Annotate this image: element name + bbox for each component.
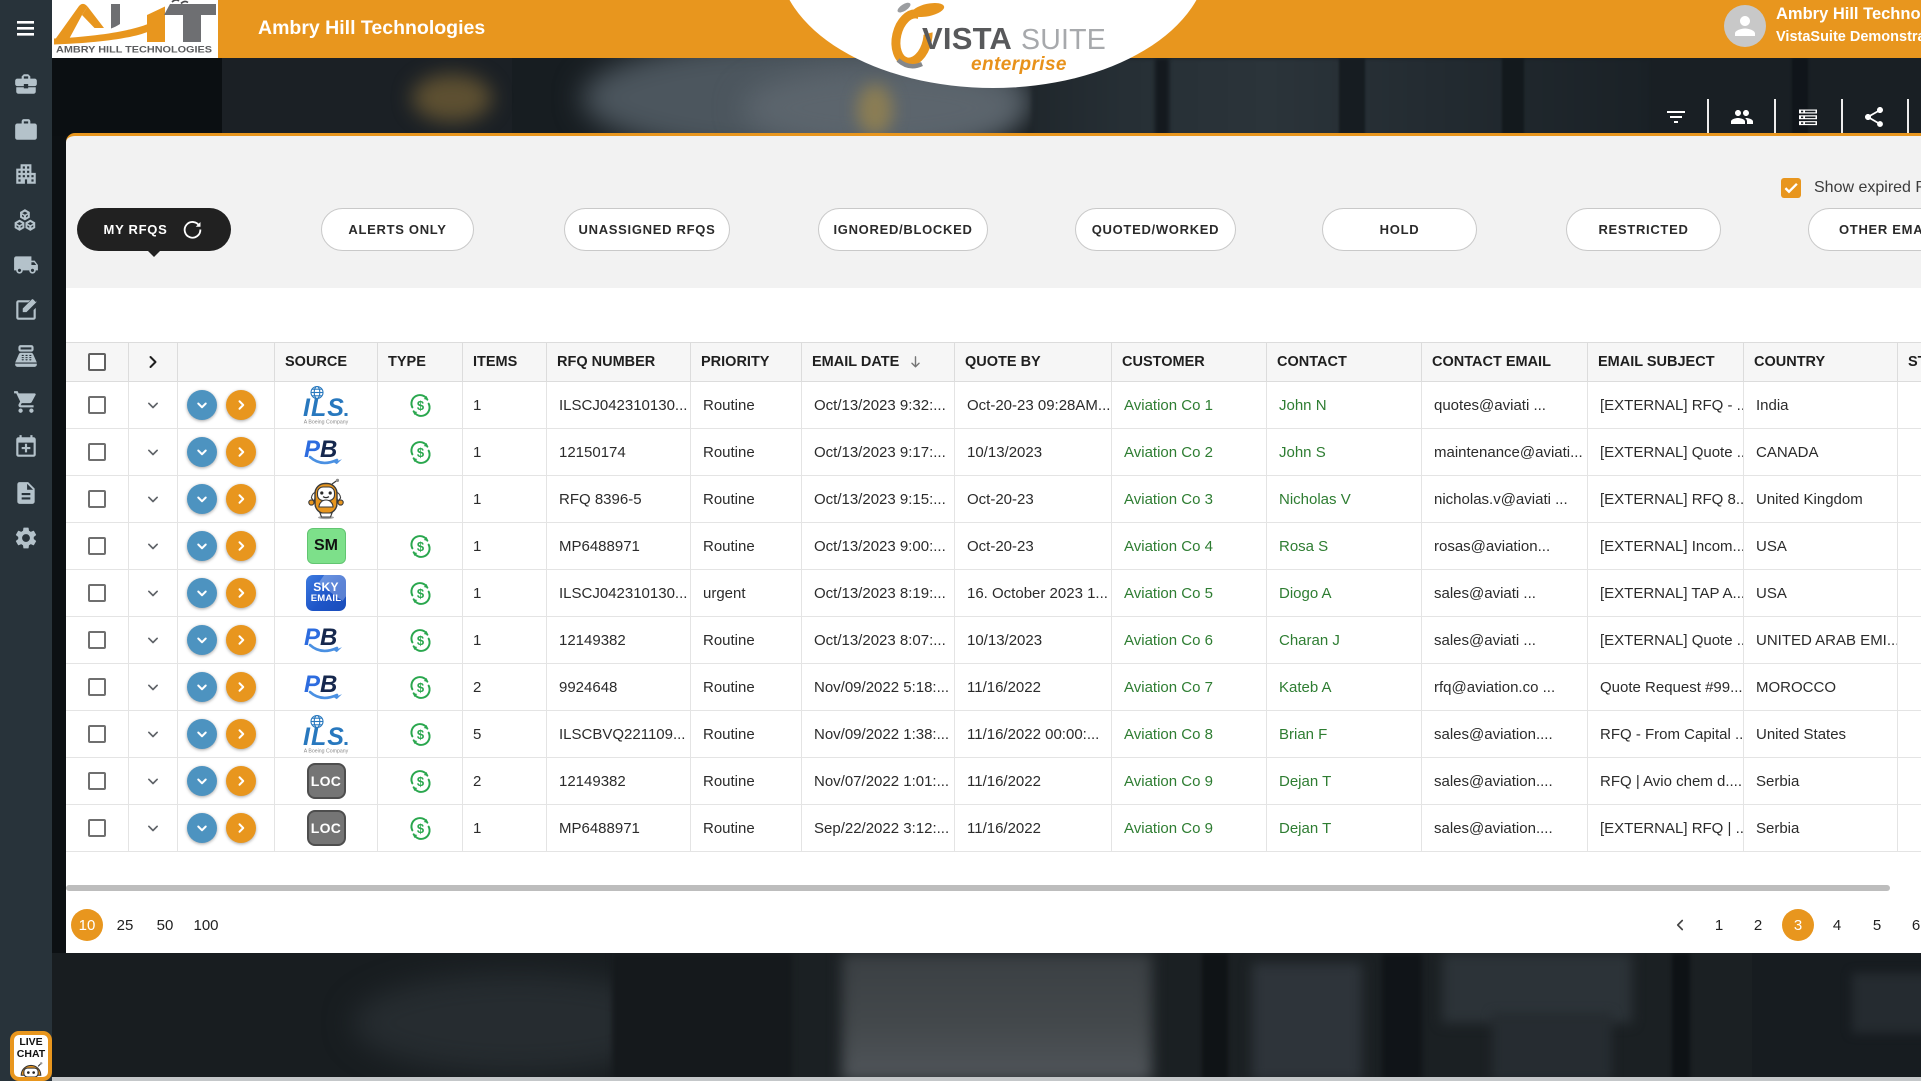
svg-text:VISTA: VISTA	[922, 21, 1012, 56]
svg-text:ILS: ILS	[303, 723, 345, 751]
svg-text:SUITE: SUITE	[1021, 24, 1106, 56]
svg-text:B: B	[320, 625, 337, 651]
svg-text:B: B	[320, 672, 337, 698]
svg-text:$: $	[416, 820, 424, 835]
svg-text:$: $	[416, 585, 424, 600]
svg-text:$: $	[416, 726, 424, 741]
svg-text:enterprise: enterprise	[971, 54, 1067, 75]
svg-text:AMBRY HILL TECHNOLOGIES: AMBRY HILL TECHNOLOGIES	[56, 45, 212, 55]
svg-text:ILS: ILS	[303, 394, 345, 422]
svg-text:A Boeing Company: A Boeing Company	[304, 420, 349, 426]
svg-text:$: $	[416, 632, 424, 647]
svg-text:$: $	[416, 538, 424, 553]
svg-text:$: $	[416, 444, 424, 459]
svg-text:$: $	[416, 773, 424, 788]
svg-text:$: $	[416, 679, 424, 694]
svg-text:$: $	[416, 397, 424, 412]
svg-text:A Boeing Company: A Boeing Company	[304, 749, 349, 755]
svg-text:B: B	[320, 437, 337, 463]
